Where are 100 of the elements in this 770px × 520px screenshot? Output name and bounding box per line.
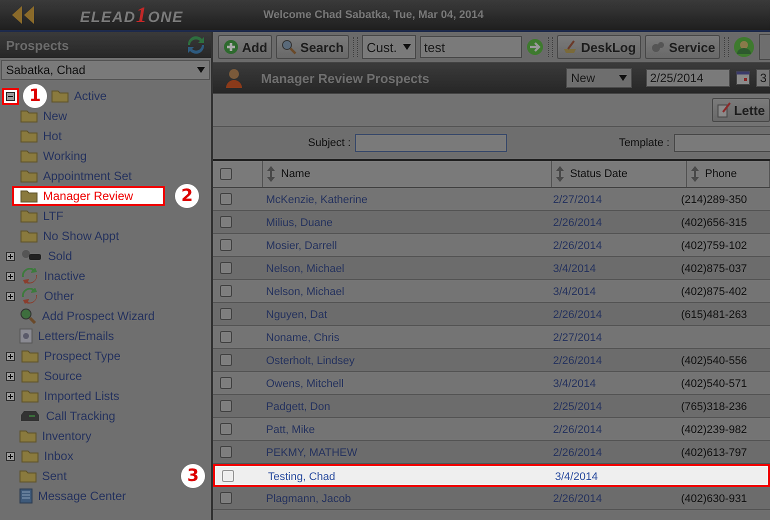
- caret-icon: [619, 75, 627, 81]
- name-link[interactable]: Padgett, Don: [266, 401, 330, 413]
- folder-icon: [21, 369, 39, 383]
- tree-item[interactable]: Letters/Emails: [19, 328, 114, 344]
- tree-item[interactable]: No Show Appt: [20, 229, 120, 243]
- table-row[interactable]: Patt, Mike 2/26/2014 (402)239-982: [213, 418, 770, 441]
- calendar-icon[interactable]: [736, 71, 750, 85]
- collapse-toggle-icon[interactable]: [6, 92, 15, 100]
- name-link[interactable]: Patt, Mike: [266, 424, 315, 436]
- expand-toggle-icon[interactable]: [6, 272, 15, 280]
- tree-item[interactable]: LTF: [20, 209, 64, 223]
- tree-item[interactable]: Message Center: [19, 488, 126, 504]
- table-cell: (402)613-797: [681, 447, 748, 459]
- tree-item[interactable]: Appointment Set: [20, 169, 132, 183]
- checkbox[interactable]: [220, 168, 232, 180]
- tree-item[interactable]: New: [20, 109, 68, 123]
- table-row[interactable]: McKenzie, Katherine 2/27/2014 (214)289-350: [213, 188, 770, 211]
- tree-item[interactable]: Prospect Type: [21, 349, 120, 363]
- tree-item[interactable]: Inactive: [21, 268, 86, 284]
- sort-arrows-icon[interactable]: [691, 166, 699, 182]
- name-link[interactable]: PEKMY, MATHEW: [266, 447, 358, 459]
- tree-item[interactable]: Working: [20, 149, 87, 163]
- table-cell: (615)481-263: [681, 309, 748, 321]
- tree-item[interactable]: Sent: [19, 469, 67, 483]
- tree-item[interactable]: Manager Review: [12, 186, 166, 206]
- checkbox[interactable]: [220, 492, 232, 504]
- tree-item[interactable]: Inventory: [19, 429, 92, 443]
- column-header[interactable]: Name: [263, 161, 552, 187]
- tree-item[interactable]: Other: [21, 288, 74, 304]
- service-button[interactable]: Service: [644, 35, 720, 59]
- name-link[interactable]: Noname, Chris: [266, 332, 340, 344]
- add-button[interactable]: Add: [218, 35, 272, 59]
- subject-field[interactable]: [354, 134, 507, 152]
- tree-item[interactable]: Imported Lists: [21, 389, 120, 403]
- checkbox[interactable]: [222, 470, 234, 482]
- expand-toggle-icon[interactable]: [6, 292, 15, 300]
- sort-arrows-icon[interactable]: [267, 166, 275, 182]
- name-link[interactable]: Mosier, Darrell: [266, 240, 337, 252]
- checkbox[interactable]: [220, 423, 232, 435]
- letter-button[interactable]: Lette: [712, 98, 770, 122]
- tree-item[interactable]: Inbox: [21, 449, 74, 463]
- checkbox[interactable]: [220, 239, 232, 251]
- recycle-arrows-icon: [21, 288, 39, 304]
- checkbox[interactable]: [220, 216, 232, 228]
- checkbox[interactable]: [220, 354, 232, 366]
- table-row[interactable]: Nelson, Michael 3/4/2014 (402)875-402: [213, 280, 770, 303]
- name-link[interactable]: Nelson, Michael: [266, 286, 344, 298]
- tree-item[interactable]: Active: [51, 89, 107, 103]
- double-back-arrow-icon[interactable]: [10, 5, 36, 25]
- template-field[interactable]: [674, 134, 770, 152]
- checkbox[interactable]: [220, 377, 232, 389]
- expand-toggle-icon[interactable]: [6, 352, 15, 360]
- checkbox[interactable]: [220, 400, 232, 412]
- tree-item[interactable]: Source: [21, 369, 82, 383]
- search-field[interactable]: test: [420, 36, 522, 58]
- refresh-icon[interactable]: [187, 36, 205, 54]
- tree-item[interactable]: Sold: [21, 249, 72, 263]
- column-header[interactable]: Status Date: [552, 161, 687, 187]
- user-dropdown[interactable]: Sabatka, Chad: [1, 60, 210, 80]
- checkbox[interactable]: [220, 262, 232, 274]
- table-cell: 2/26/2014: [553, 309, 602, 321]
- name-link[interactable]: Osterholt, Lindsey: [266, 355, 355, 367]
- user-icon[interactable]: [733, 36, 756, 58]
- column-header[interactable]: Phone: [687, 161, 770, 187]
- table-row[interactable]: Noname, Chris 2/27/2014: [213, 326, 770, 349]
- to-date-field[interactable]: 3: [756, 69, 770, 87]
- from-date-field[interactable]: 2/25/2014: [646, 69, 730, 87]
- checkbox[interactable]: [220, 193, 232, 205]
- search-button[interactable]: Search: [276, 35, 349, 59]
- status-dropdown[interactable]: New: [566, 68, 632, 88]
- desklog-button[interactable]: DeskLog: [557, 35, 641, 59]
- table-cell: 2/26/2014: [553, 493, 602, 505]
- checkbox[interactable]: [220, 285, 232, 297]
- name-link[interactable]: Testing, Chad: [268, 470, 336, 482]
- table-cell: 2/26/2014: [553, 217, 602, 229]
- tree-item[interactable]: Call Tracking: [19, 409, 116, 423]
- table-cell: 2/26/2014: [553, 447, 602, 459]
- expand-toggle-icon[interactable]: [6, 392, 15, 400]
- table-cell: 2/27/2014: [553, 332, 602, 344]
- search-type-dropdown[interactable]: Cust.: [362, 35, 416, 59]
- expand-toggle-icon[interactable]: [6, 372, 15, 380]
- tree-item[interactable]: Add Prospect Wizard: [19, 308, 155, 324]
- checkbox[interactable]: [220, 331, 232, 343]
- name-link[interactable]: Nguyen, Dat: [266, 309, 328, 321]
- expand-toggle-icon[interactable]: [6, 452, 15, 460]
- tree-item[interactable]: Hot: [20, 129, 62, 143]
- name-link[interactable]: Plagmann, Jacob: [266, 493, 351, 505]
- view-title: Manager Review Prospects: [261, 70, 430, 86]
- name-link[interactable]: Nelson, Michael: [266, 263, 344, 275]
- checkbox[interactable]: [220, 446, 232, 458]
- name-link[interactable]: Owens, Mitchell: [266, 378, 344, 390]
- table-row[interactable]: Owens, Mitchell 3/4/2014 (402)540-571: [213, 372, 770, 395]
- name-link[interactable]: McKenzie, Katherine: [266, 194, 368, 206]
- checkbox[interactable]: [220, 308, 232, 320]
- sort-arrows-icon[interactable]: [556, 166, 564, 182]
- table-row[interactable]: Mosier, Darrell 2/26/2014 (402)759-102: [213, 234, 770, 257]
- name-link[interactable]: Milius, Duane: [266, 217, 333, 229]
- expand-toggle-icon[interactable]: [6, 252, 15, 260]
- recycle-arrows-icon: [21, 268, 39, 284]
- callout-number: 2: [175, 184, 200, 208]
